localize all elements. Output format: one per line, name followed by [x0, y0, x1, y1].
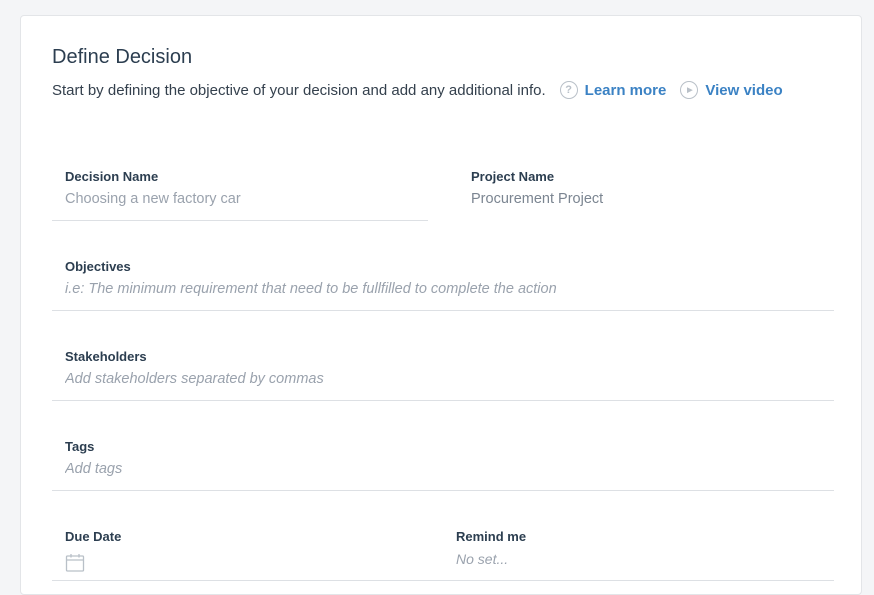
decision-name-input[interactable] [65, 191, 415, 207]
question-circle-icon: ? [559, 81, 578, 99]
objectives-label: Objectives [65, 259, 131, 274]
tags-divider [52, 490, 834, 491]
learn-more-link[interactable]: ? Learn more [559, 81, 667, 99]
remind-me-value[interactable]: No set... [456, 551, 508, 567]
stakeholders-divider [52, 400, 834, 401]
objectives-field: Objectives [52, 259, 834, 311]
page-title: Define Decision [52, 46, 193, 68]
calendar-icon[interactable] [65, 553, 85, 578]
project-name-value: Procurement Project [471, 191, 604, 207]
page-subtitle: Start by defining the objective of your … [52, 81, 546, 99]
stakeholders-label: Stakeholders [65, 349, 147, 364]
decision-name-field: Decision Name [52, 169, 428, 221]
tags-input[interactable] [65, 461, 821, 477]
project-name-field: Project Name Procurement Project [471, 169, 831, 221]
remind-me-label: Remind me [456, 529, 527, 544]
tags-field: Tags [52, 439, 834, 491]
subtitle-row: Start by defining the objective of your … [52, 81, 783, 99]
tags-label: Tags [65, 439, 95, 454]
objectives-divider [52, 310, 834, 311]
view-video-link[interactable]: ▶ View video [680, 81, 783, 99]
decision-name-divider [52, 220, 428, 221]
objectives-input[interactable] [65, 281, 821, 297]
due-date-label: Due Date [65, 529, 122, 544]
play-circle-icon: ▶ [680, 81, 699, 99]
define-decision-card: Define Decision Start by defining the ob… [20, 15, 862, 595]
project-name-label: Project Name [471, 169, 555, 184]
learn-more-label: Learn more [584, 81, 667, 99]
remind-me-field[interactable]: Remind me No set... [456, 529, 816, 581]
stakeholders-field: Stakeholders [52, 349, 834, 401]
stakeholders-input[interactable] [65, 371, 821, 387]
decision-name-label: Decision Name [65, 169, 159, 184]
view-video-label: View video [705, 81, 783, 99]
